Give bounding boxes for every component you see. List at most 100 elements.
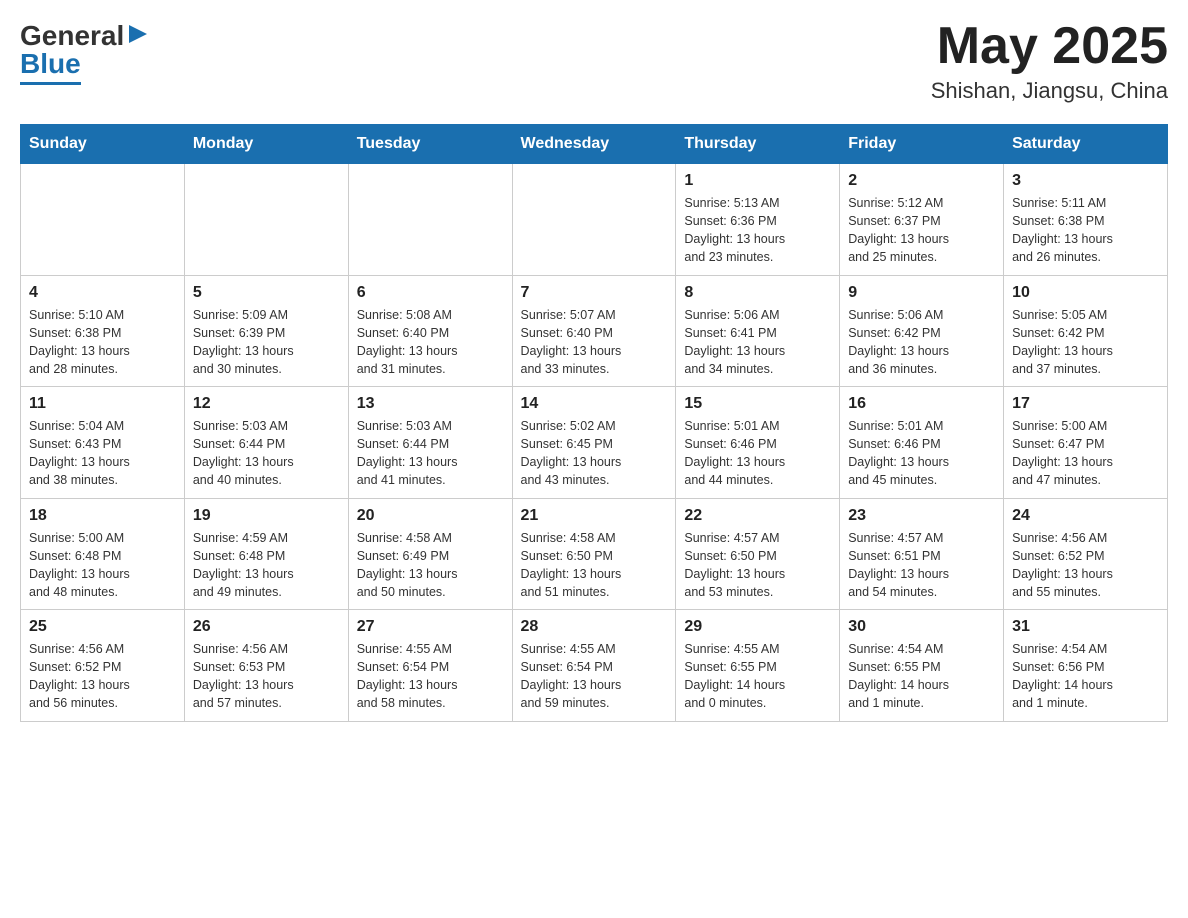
calendar-cell: 12 Sunrise: 5:03 AM Sunset: 6:44 PM Dayli… xyxy=(184,387,348,499)
calendar-cell: 10 Sunrise: 5:05 AM Sunset: 6:42 PM Dayli… xyxy=(1004,275,1168,387)
calendar-cell: 22 Sunrise: 4:57 AM Sunset: 6:50 PM Dayli… xyxy=(676,498,840,610)
calendar-cell: 29 Sunrise: 4:55 AM Sunset: 6:55 PM Dayli… xyxy=(676,610,840,722)
day-number: 22 xyxy=(684,507,831,525)
calendar-cell: 9 Sunrise: 5:06 AM Sunset: 6:42 PM Daylig… xyxy=(840,275,1004,387)
day-number: 25 xyxy=(29,618,176,636)
calendar-cell: 20 Sunrise: 4:58 AM Sunset: 6:49 PM Dayli… xyxy=(348,498,512,610)
day-info: Sunrise: 5:06 AM Sunset: 6:42 PM Dayligh… xyxy=(848,306,995,379)
day-info: Sunrise: 4:56 AM Sunset: 6:52 PM Dayligh… xyxy=(29,640,176,713)
calendar-cell: 26 Sunrise: 4:56 AM Sunset: 6:53 PM Dayli… xyxy=(184,610,348,722)
day-info: Sunrise: 4:56 AM Sunset: 6:52 PM Dayligh… xyxy=(1012,529,1159,602)
day-info: Sunrise: 4:56 AM Sunset: 6:53 PM Dayligh… xyxy=(193,640,340,713)
calendar-cell xyxy=(348,164,512,276)
day-info: Sunrise: 5:08 AM Sunset: 6:40 PM Dayligh… xyxy=(357,306,504,379)
calendar-cell: 8 Sunrise: 5:06 AM Sunset: 6:41 PM Daylig… xyxy=(676,275,840,387)
day-number: 26 xyxy=(193,618,340,636)
day-number: 16 xyxy=(848,395,995,413)
day-info: Sunrise: 5:00 AM Sunset: 6:48 PM Dayligh… xyxy=(29,529,176,602)
day-info: Sunrise: 5:05 AM Sunset: 6:42 PM Dayligh… xyxy=(1012,306,1159,379)
day-info: Sunrise: 5:01 AM Sunset: 6:46 PM Dayligh… xyxy=(684,417,831,490)
calendar-cell: 5Sunrise: 5:09 AM Sunset: 6:39 PM Daylig… xyxy=(184,275,348,387)
calendar-cell: 28 Sunrise: 4:55 AM Sunset: 6:54 PM Dayli… xyxy=(512,610,676,722)
calendar-cell: 16 Sunrise: 5:01 AM Sunset: 6:46 PM Dayli… xyxy=(840,387,1004,499)
calendar-cell: 19Sunrise: 4:59 AM Sunset: 6:48 PM Dayli… xyxy=(184,498,348,610)
day-number: 31 xyxy=(1012,618,1159,636)
calendar-week-3: 11 Sunrise: 5:04 AM Sunset: 6:43 PM Dayli… xyxy=(21,387,1168,499)
day-number: 15 xyxy=(684,395,831,413)
day-number: 29 xyxy=(684,618,831,636)
day-info: Sunrise: 5:10 AM Sunset: 6:38 PM Dayligh… xyxy=(29,306,176,379)
day-info: Sunrise: 5:07 AM Sunset: 6:40 PM Dayligh… xyxy=(521,306,668,379)
calendar-cell: 15 Sunrise: 5:01 AM Sunset: 6:46 PM Dayli… xyxy=(676,387,840,499)
day-number: 20 xyxy=(357,507,504,525)
calendar-week-2: 4Sunrise: 5:10 AM Sunset: 6:38 PM Daylig… xyxy=(21,275,1168,387)
calendar-cell: 31Sunrise: 4:54 AM Sunset: 6:56 PM Dayli… xyxy=(1004,610,1168,722)
day-number: 12 xyxy=(193,395,340,413)
day-info: Sunrise: 4:58 AM Sunset: 6:49 PM Dayligh… xyxy=(357,529,504,602)
calendar-cell: 27Sunrise: 4:55 AM Sunset: 6:54 PM Dayli… xyxy=(348,610,512,722)
day-number: 5 xyxy=(193,284,340,302)
calendar-cell: 4Sunrise: 5:10 AM Sunset: 6:38 PM Daylig… xyxy=(21,275,185,387)
day-info: Sunrise: 4:59 AM Sunset: 6:48 PM Dayligh… xyxy=(193,529,340,602)
day-info: Sunrise: 5:03 AM Sunset: 6:44 PM Dayligh… xyxy=(357,417,504,490)
day-number: 8 xyxy=(684,284,831,302)
calendar-cell: 13Sunrise: 5:03 AM Sunset: 6:44 PM Dayli… xyxy=(348,387,512,499)
calendar-cell xyxy=(184,164,348,276)
day-number: 24 xyxy=(1012,507,1159,525)
calendar-cell: 23 Sunrise: 4:57 AM Sunset: 6:51 PM Dayli… xyxy=(840,498,1004,610)
day-info: Sunrise: 5:06 AM Sunset: 6:41 PM Dayligh… xyxy=(684,306,831,379)
day-info: Sunrise: 5:01 AM Sunset: 6:46 PM Dayligh… xyxy=(848,417,995,490)
day-info: Sunrise: 5:02 AM Sunset: 6:45 PM Dayligh… xyxy=(521,417,668,490)
calendar-cell: 3 Sunrise: 5:11 AM Sunset: 6:38 PM Daylig… xyxy=(1004,164,1168,276)
calendar-cell: 24 Sunrise: 4:56 AM Sunset: 6:52 PM Dayli… xyxy=(1004,498,1168,610)
day-number: 18 xyxy=(29,507,176,525)
day-number: 10 xyxy=(1012,284,1159,302)
day-header-tuesday: Tuesday xyxy=(348,125,512,164)
calendar-week-5: 25 Sunrise: 4:56 AM Sunset: 6:52 PM Dayli… xyxy=(21,610,1168,722)
day-info: Sunrise: 5:00 AM Sunset: 6:47 PM Dayligh… xyxy=(1012,417,1159,490)
day-info: Sunrise: 4:57 AM Sunset: 6:51 PM Dayligh… xyxy=(848,529,995,602)
day-number: 30 xyxy=(848,618,995,636)
day-info: Sunrise: 5:03 AM Sunset: 6:44 PM Dayligh… xyxy=(193,417,340,490)
day-number: 11 xyxy=(29,395,176,413)
calendar-cell: 11 Sunrise: 5:04 AM Sunset: 6:43 PM Dayli… xyxy=(21,387,185,499)
day-number: 23 xyxy=(848,507,995,525)
calendar-week-4: 18 Sunrise: 5:00 AM Sunset: 6:48 PM Dayli… xyxy=(21,498,1168,610)
calendar-cell: 30Sunrise: 4:54 AM Sunset: 6:55 PM Dayli… xyxy=(840,610,1004,722)
day-number: 3 xyxy=(1012,172,1159,190)
calendar-week-1: 1Sunrise: 5:13 AM Sunset: 6:36 PM Daylig… xyxy=(21,164,1168,276)
day-number: 6 xyxy=(357,284,504,302)
day-number: 7 xyxy=(521,284,668,302)
day-number: 17 xyxy=(1012,395,1159,413)
day-number: 1 xyxy=(684,172,831,190)
logo-arrow-icon xyxy=(127,23,149,50)
day-header-saturday: Saturday xyxy=(1004,125,1168,164)
logo-blue-text: Blue xyxy=(20,48,81,85)
day-info: Sunrise: 5:11 AM Sunset: 6:38 PM Dayligh… xyxy=(1012,194,1159,267)
calendar-cell: 1Sunrise: 5:13 AM Sunset: 6:36 PM Daylig… xyxy=(676,164,840,276)
day-info: Sunrise: 4:57 AM Sunset: 6:50 PM Dayligh… xyxy=(684,529,831,602)
day-info: Sunrise: 4:55 AM Sunset: 6:54 PM Dayligh… xyxy=(357,640,504,713)
calendar-cell: 17 Sunrise: 5:00 AM Sunset: 6:47 PM Dayli… xyxy=(1004,387,1168,499)
day-header-sunday: Sunday xyxy=(21,125,185,164)
day-number: 21 xyxy=(521,507,668,525)
day-info: Sunrise: 5:12 AM Sunset: 6:37 PM Dayligh… xyxy=(848,194,995,267)
day-number: 14 xyxy=(521,395,668,413)
calendar-cell: 21 Sunrise: 4:58 AM Sunset: 6:50 PM Dayli… xyxy=(512,498,676,610)
calendar-cell: 2 Sunrise: 5:12 AM Sunset: 6:37 PM Daylig… xyxy=(840,164,1004,276)
day-number: 28 xyxy=(521,618,668,636)
day-number: 9 xyxy=(848,284,995,302)
calendar-cell: 14 Sunrise: 5:02 AM Sunset: 6:45 PM Dayli… xyxy=(512,387,676,499)
day-number: 2 xyxy=(848,172,995,190)
month-title: May 2025 xyxy=(931,20,1168,72)
day-header-thursday: Thursday xyxy=(676,125,840,164)
calendar-table: SundayMondayTuesdayWednesdayThursdayFrid… xyxy=(20,124,1168,722)
day-info: Sunrise: 4:55 AM Sunset: 6:55 PM Dayligh… xyxy=(684,640,831,713)
day-info: Sunrise: 5:04 AM Sunset: 6:43 PM Dayligh… xyxy=(29,417,176,490)
calendar-cell xyxy=(512,164,676,276)
day-info: Sunrise: 4:55 AM Sunset: 6:54 PM Dayligh… xyxy=(521,640,668,713)
calendar-cell: 25 Sunrise: 4:56 AM Sunset: 6:52 PM Dayli… xyxy=(21,610,185,722)
calendar-header-row: SundayMondayTuesdayWednesdayThursdayFrid… xyxy=(21,125,1168,164)
day-header-friday: Friday xyxy=(840,125,1004,164)
day-info: Sunrise: 4:58 AM Sunset: 6:50 PM Dayligh… xyxy=(521,529,668,602)
